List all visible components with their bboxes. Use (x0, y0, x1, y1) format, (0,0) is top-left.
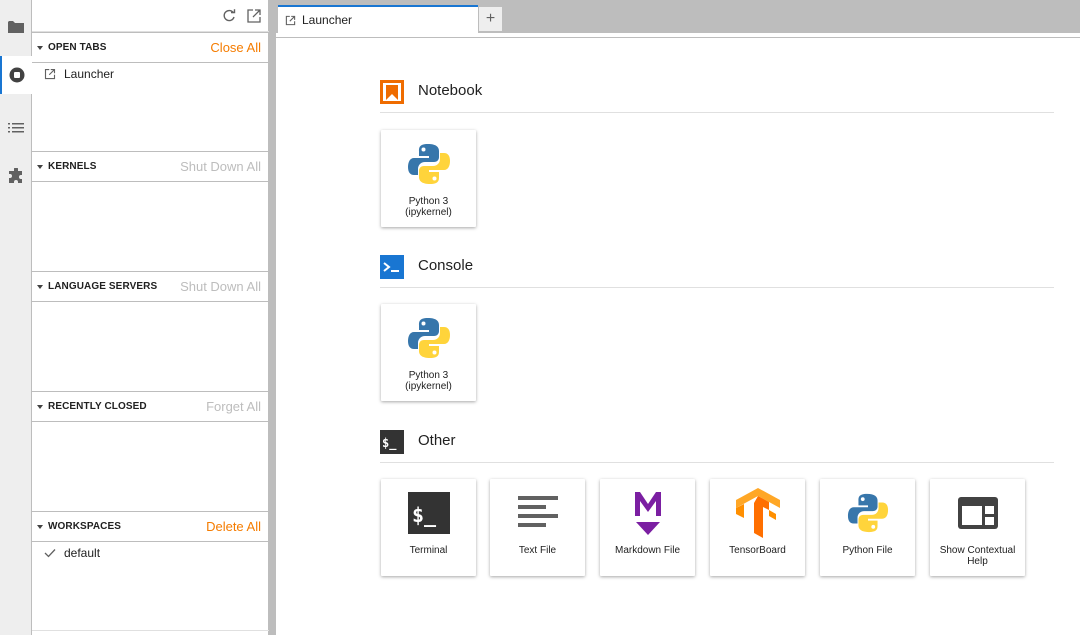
extension-icon (9, 168, 22, 183)
delete-all-button[interactable]: Delete All (206, 519, 261, 534)
card-label: Python File (842, 545, 893, 556)
card-label: Python 3 (ipykernel) (383, 370, 474, 392)
svg-text:$_: $_ (412, 503, 437, 527)
category-title: Console (418, 257, 474, 274)
contextual-help-icon (930, 489, 1025, 537)
section-kernels[interactable]: KERNELS Shut Down All (32, 151, 269, 182)
running-sessions-panel: OPEN TABS Close All Launcher KERNELS Shu… (32, 0, 269, 635)
table-of-contents-tab[interactable] (0, 109, 32, 147)
tab-bar: Launcher + (276, 0, 1080, 33)
running-icon (9, 67, 25, 83)
caret-down-icon (37, 164, 43, 169)
other-terminal-icon: $_ (380, 430, 404, 454)
terminal-icon: $_ (381, 489, 476, 537)
panel-splitter[interactable] (269, 0, 276, 635)
close-all-button[interactable]: Close All (210, 40, 261, 55)
section-title: OPEN TABS (48, 42, 107, 53)
section-title: KERNELS (48, 161, 97, 172)
caret-down-icon (37, 45, 43, 50)
divider (276, 37, 1080, 38)
markdown-icon (600, 489, 695, 537)
card-label: Terminal (409, 545, 448, 556)
shut-down-all-kernels-button[interactable]: Shut Down All (180, 159, 261, 174)
tab-launcher[interactable]: Launcher (278, 5, 478, 33)
shut-down-all-servers-button[interactable]: Shut Down All (180, 279, 261, 294)
refresh-icon[interactable] (221, 8, 237, 24)
section-language-servers[interactable]: LANGUAGE SERVERS Shut Down All (32, 271, 269, 302)
tensorboard-icon (710, 488, 805, 538)
section-title: LANGUAGE SERVERS (48, 281, 158, 292)
card-label: Markdown File (614, 545, 681, 556)
section-workspaces[interactable]: WORKSPACES Delete All (32, 511, 269, 542)
caret-down-icon (37, 524, 43, 529)
open-tab-item-launcher[interactable]: Launcher (44, 64, 114, 84)
launcher-card-python3-console[interactable]: Python 3 (ipykernel) (381, 304, 476, 401)
divider (32, 630, 269, 631)
card-label: TensorBoard (729, 545, 786, 556)
launcher-icon (44, 68, 56, 80)
check-icon (44, 549, 56, 558)
launcher-card-contextual-help[interactable]: Show Contextual Help (930, 479, 1025, 576)
section-title: WORKSPACES (48, 521, 122, 532)
section-open-tabs[interactable]: OPEN TABS Close All (32, 32, 269, 63)
category-other: $_ Other (380, 427, 1054, 463)
card-label-line1: Python 3 (408, 196, 449, 207)
card-label-line2: (ipykernel) (405, 207, 452, 218)
category-title: Other (418, 432, 456, 449)
folder-icon (8, 21, 24, 33)
workspace-item-default[interactable]: default (44, 543, 100, 563)
text-file-icon (490, 489, 585, 537)
card-label: Python 3 (ipykernel) (383, 196, 474, 218)
panel-toolbar (32, 0, 269, 32)
file-browser-tab[interactable] (0, 8, 32, 46)
card-label: Show Contextual Help (932, 545, 1023, 567)
card-label-line2: (ipykernel) (405, 381, 452, 392)
python-icon (381, 314, 476, 362)
category-notebook: Notebook (380, 77, 1054, 113)
workspace-label: default (64, 546, 101, 560)
section-recently-closed[interactable]: RECENTLY CLOSED Forget All (32, 391, 269, 422)
tab-label: Launcher (302, 13, 353, 27)
open-tab-label: Launcher (64, 67, 115, 81)
svg-text:$_: $_ (382, 436, 397, 451)
launcher-card-tensorboard[interactable]: TensorBoard (710, 479, 805, 576)
python-icon (820, 489, 915, 537)
launcher-icon (285, 15, 296, 25)
extension-manager-tab[interactable] (0, 157, 32, 195)
main-area: Launcher + Notebook Python 3 (ipykernel)… (276, 0, 1080, 635)
running-tab[interactable] (0, 56, 32, 94)
card-label-line1: Show Contextual (939, 545, 1016, 556)
category-title: Notebook (418, 82, 483, 99)
launcher-card-python-file[interactable]: Python File (820, 479, 915, 576)
open-external-icon[interactable] (246, 8, 262, 24)
launcher-card-terminal[interactable]: $_ Terminal (381, 479, 476, 576)
card-label-line2: Help (967, 556, 988, 567)
caret-down-icon (37, 284, 43, 289)
python-icon (381, 140, 476, 188)
table-of-contents-icon (8, 123, 24, 133)
new-launcher-button[interactable]: + (478, 6, 503, 32)
card-label-line1: Python 3 (408, 370, 449, 381)
launcher-card-python3-notebook[interactable]: Python 3 (ipykernel) (381, 130, 476, 227)
notebook-icon (380, 80, 404, 104)
card-label: Text File (518, 545, 557, 556)
category-console: Console (380, 252, 1054, 288)
launcher-card-markdown-file[interactable]: Markdown File (600, 479, 695, 576)
launcher-card-text-file[interactable]: Text File (490, 479, 585, 576)
activity-bar (0, 0, 32, 635)
caret-down-icon (37, 404, 43, 409)
console-icon (380, 255, 404, 279)
forget-all-button[interactable]: Forget All (206, 399, 261, 414)
section-title: RECENTLY CLOSED (48, 401, 147, 412)
